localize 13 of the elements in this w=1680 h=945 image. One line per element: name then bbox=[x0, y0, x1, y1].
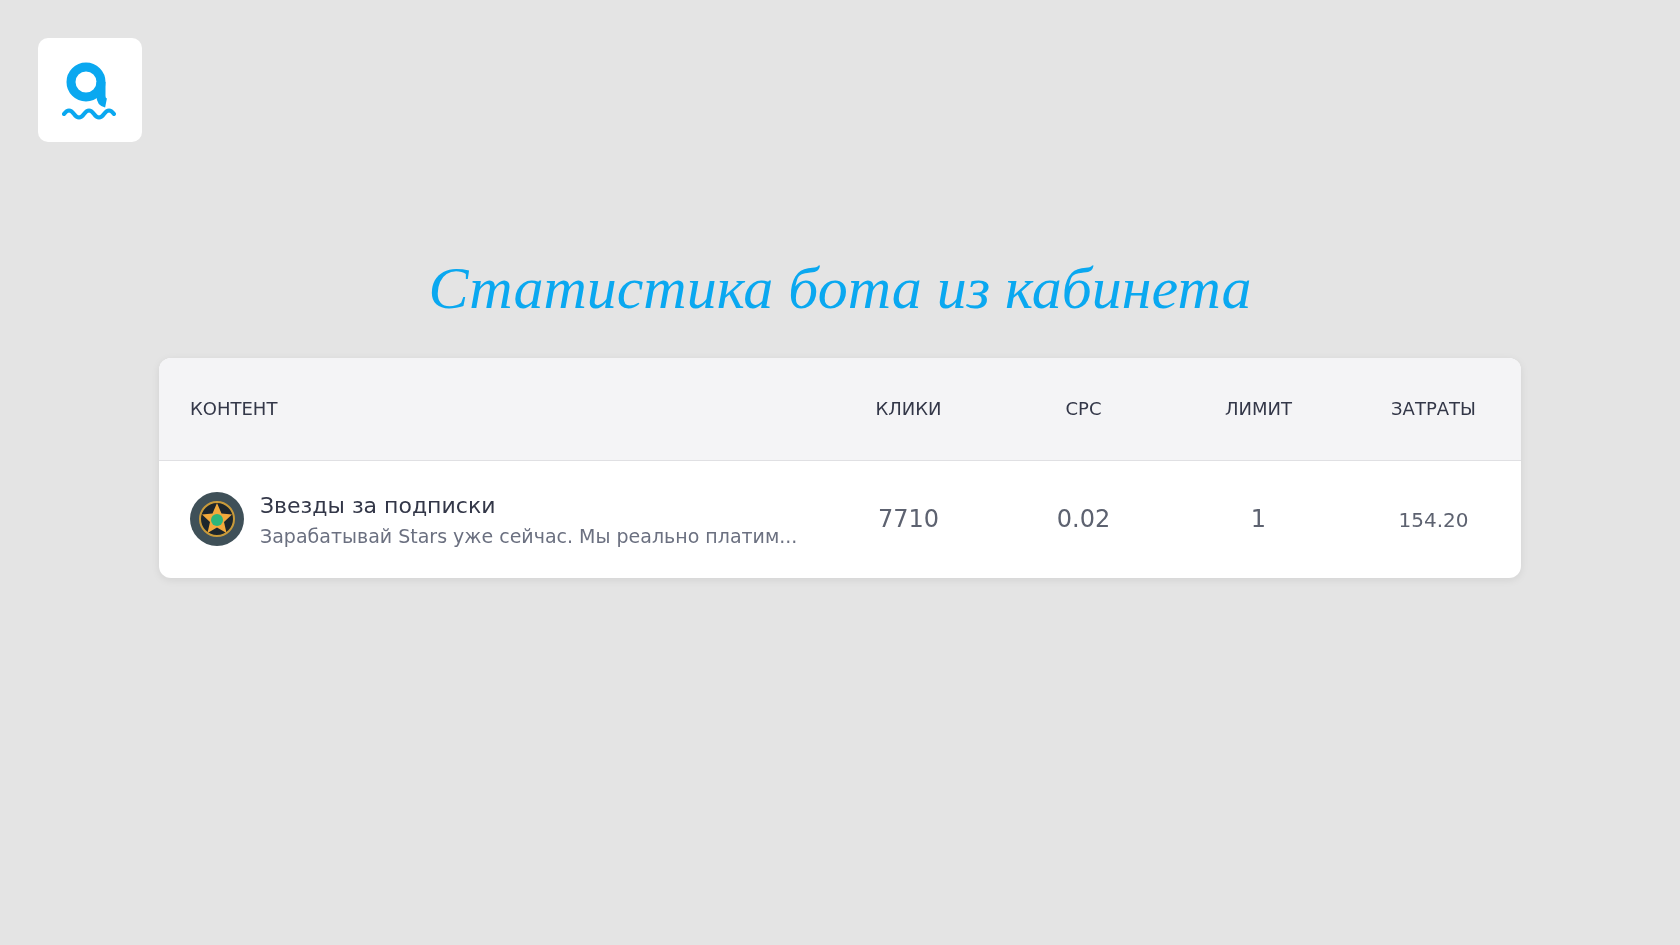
star-coin-icon bbox=[190, 492, 244, 547]
column-header: ЗАТРАТЫ bbox=[1391, 398, 1476, 420]
column-header: CPC bbox=[1065, 398, 1102, 420]
clicks-value: 7710 bbox=[877, 505, 940, 534]
cpc-value: 0.02 bbox=[1056, 505, 1111, 534]
slide-title: Статистика бота из кабинета bbox=[427, 254, 1253, 323]
column-header: КОНТЕНТ bbox=[190, 398, 278, 420]
content-description: Зарабатывай Stars уже сейчас. Мы реально платим... bbox=[260, 523, 798, 549]
spend-value: 154.20 bbox=[1398, 508, 1469, 533]
limit-value: 1 bbox=[1250, 505, 1267, 534]
column-header: ЛИМИТ bbox=[1225, 398, 1292, 420]
column-header: КЛИКИ bbox=[875, 398, 942, 420]
content-title: Звезды за подписки bbox=[260, 491, 497, 520]
